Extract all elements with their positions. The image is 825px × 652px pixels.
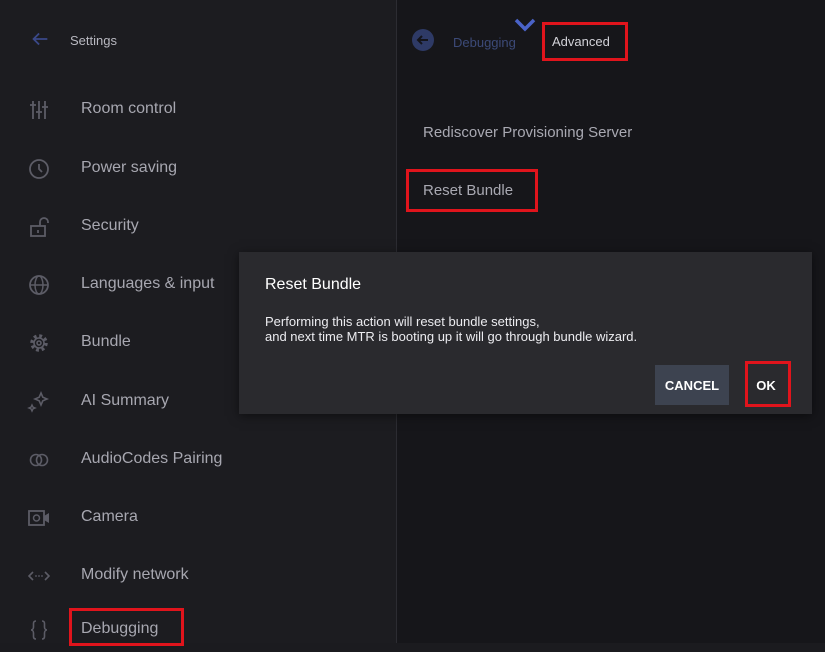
camera-icon <box>28 510 49 526</box>
gear-icon <box>30 334 48 352</box>
sidebar-item-label: Security <box>81 217 139 234</box>
clock-icon <box>29 159 49 179</box>
advanced-highlight-box <box>542 22 628 61</box>
sidebar-item-camera[interactable]: Camera <box>0 496 396 540</box>
back-circle-icon[interactable] <box>411 28 435 52</box>
dialog-title: Reset Bundle <box>265 276 362 293</box>
back-arrow-icon[interactable] <box>29 28 51 50</box>
cancel-button[interactable]: CANCEL <box>655 365 729 405</box>
braces-icon <box>30 620 48 640</box>
chevron-down-icon <box>514 18 536 32</box>
sliders-icon <box>30 101 48 119</box>
network-icon <box>27 571 51 581</box>
breadcrumb-previous[interactable]: Debugging <box>453 35 516 50</box>
unlock-icon <box>30 217 49 237</box>
sidebar-item-room-control[interactable]: Room control <box>0 88 396 132</box>
ok-highlight-box <box>745 361 791 407</box>
sidebar-item-debugging[interactable]: Debugging <box>0 608 396 652</box>
sidebar-item-audiocodes-pairing[interactable]: AudioCodes Pairing <box>0 438 396 482</box>
sidebar-item-label: Modify network <box>81 566 189 583</box>
sidebar-item-label: Bundle <box>81 333 131 350</box>
sidebar-item-label: AI Summary <box>81 392 170 409</box>
pairing-icon <box>29 453 49 467</box>
dialog-message: Performing this action will reset bundle… <box>265 314 637 344</box>
sidebar-title: Settings <box>70 33 117 48</box>
reset-bundle-highlight-box <box>406 169 538 212</box>
sidebar-item-label: AudioCodes Pairing <box>81 450 223 467</box>
sidebar-item-label: Power saving <box>81 159 178 176</box>
sidebar-item-label: Room control <box>81 100 177 117</box>
sidebar-item-label: Camera <box>81 508 138 525</box>
sidebar-item-security[interactable]: Security <box>0 205 396 249</box>
sidebar-item-label: Languages & input <box>81 275 215 292</box>
dialog-message-line-1: Performing this action will reset bundle… <box>265 314 540 329</box>
rediscover-provisioning-option[interactable]: Rediscover Provisioning Server <box>423 124 632 141</box>
sidebar-item-power-saving[interactable]: Power saving <box>0 147 396 191</box>
reset-bundle-dialog: Reset Bundle Performing this action will… <box>239 252 812 414</box>
debugging-highlight-box <box>69 608 184 646</box>
globe-icon <box>29 275 49 295</box>
dialog-message-line-2: and next time MTR is booting up it will … <box>265 329 638 344</box>
sidebar-item-modify-network[interactable]: Modify network <box>0 554 396 598</box>
sparkle-icon <box>27 390 50 413</box>
